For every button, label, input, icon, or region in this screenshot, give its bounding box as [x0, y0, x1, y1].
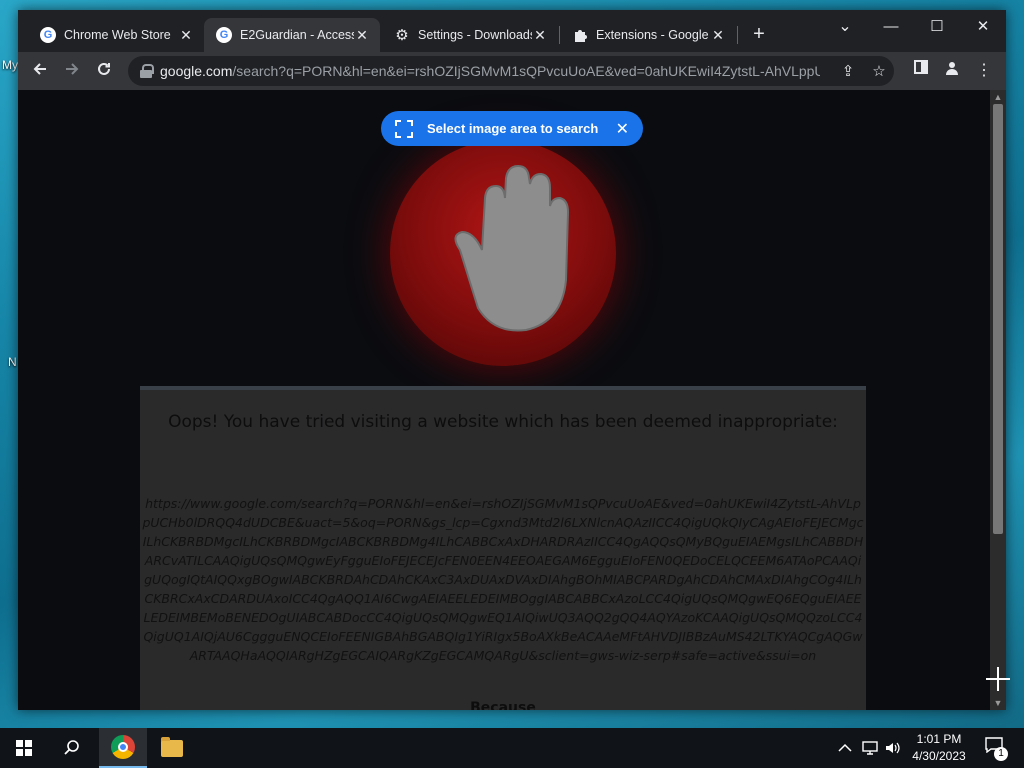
windows-logo-icon — [16, 740, 32, 756]
tab-title: Extensions - Google Chrome — [596, 28, 710, 42]
taskbar-chrome-button[interactable] — [99, 728, 147, 768]
desktop-icon-label[interactable]: N — [8, 355, 17, 369]
scrollbar-thumb[interactable] — [993, 104, 1003, 534]
taskbar-file-explorer-button[interactable] — [148, 728, 196, 768]
tab-close-icon[interactable]: ✕ — [532, 27, 548, 44]
folder-icon — [161, 736, 183, 757]
clock-time: 1:01 PM — [916, 732, 962, 746]
tab-search-button[interactable]: ⌄ — [822, 14, 868, 40]
banner-label: Select image area to search — [427, 121, 599, 136]
tab-close-icon[interactable]: ✕ — [178, 27, 194, 44]
tab-extensions[interactable]: Extensions - Google Chrome ✕ — [560, 18, 736, 52]
browser-window: G Chrome Web Store ✕ G E2Guardian - Acce… — [18, 10, 1006, 710]
reload-button[interactable] — [92, 60, 116, 82]
address-bar[interactable]: google.com/search?q=PORN&hl=en&ei=rshOZI… — [128, 56, 894, 86]
profile-icon[interactable] — [941, 60, 963, 81]
google-icon: G — [216, 27, 232, 43]
tab-chrome-web-store[interactable]: G Chrome Web Store ✕ — [28, 18, 204, 52]
start-button[interactable] — [0, 728, 48, 768]
blocked-url: https://www.google.com/search?q=PORN&hl=… — [142, 496, 864, 663]
bookmark-star-icon[interactable]: ☆ — [869, 62, 889, 80]
chrome-icon — [111, 735, 135, 759]
close-icon[interactable]: ✕ — [616, 119, 629, 139]
forward-button[interactable] — [60, 60, 84, 82]
tab-close-icon[interactable]: ✕ — [710, 27, 726, 44]
minimize-button[interactable]: — — [868, 14, 914, 40]
tab-title: Settings - Downloads — [418, 28, 532, 42]
scroll-up-icon[interactable]: ▲ — [990, 90, 1006, 104]
show-hidden-icons-button[interactable] — [838, 728, 852, 768]
puzzle-icon — [572, 27, 588, 43]
tab-title: Chrome Web Store — [64, 28, 171, 42]
tab-e2guardian[interactable]: G E2Guardian - Access Denied ✕ — [204, 18, 380, 52]
chevron-up-icon — [838, 743, 852, 752]
kebab-menu-icon[interactable]: ⋮ — [973, 60, 995, 80]
volume-icon[interactable] — [885, 728, 901, 768]
back-arrow-icon — [33, 63, 46, 75]
back-button[interactable] — [28, 60, 52, 82]
google-icon: G — [40, 27, 56, 43]
reload-icon — [98, 62, 110, 75]
desktop-icon-label[interactable]: My — [2, 58, 18, 72]
side-panel-icon[interactable] — [910, 60, 932, 79]
new-tab-button[interactable]: + — [748, 24, 770, 46]
select-image-area-banner[interactable]: Select image area to search ✕ — [381, 111, 643, 146]
gear-icon: ⚙ — [395, 27, 409, 44]
browser-toolbar: google.com/search?q=PORN&hl=en&ei=rshOZI… — [18, 52, 1006, 90]
address-url[interactable]: google.com/search?q=PORN&hl=en&ei=rshOZI… — [160, 63, 820, 79]
tab-divider — [737, 26, 738, 44]
clock-date: 4/30/2023 — [912, 749, 966, 763]
tab-strip: G Chrome Web Store ✕ G E2Guardian - Acce… — [18, 10, 1006, 52]
because-heading: Because — [470, 700, 536, 710]
search-icon — [64, 740, 79, 755]
share-icon[interactable]: ⇪ — [838, 62, 858, 80]
network-icon[interactable] — [862, 728, 878, 768]
maximize-button[interactable]: ☐ — [914, 14, 960, 40]
image-select-icon — [395, 119, 413, 138]
tab-title: E2Guardian - Access Denied — [240, 28, 354, 42]
vertical-scrollbar[interactable]: ▲ ▼ — [990, 90, 1006, 710]
system-clock[interactable]: 1:01 PM 4/30/2023 — [902, 731, 976, 765]
crosshair-cursor-icon — [986, 667, 1010, 691]
block-title: Oops! You have tried visiting a website … — [168, 412, 838, 432]
lock-icon[interactable] — [140, 64, 154, 78]
close-window-button[interactable]: ✕ — [960, 14, 1006, 40]
forward-arrow-icon — [66, 63, 79, 75]
tab-close-icon[interactable]: ✕ — [354, 27, 370, 44]
notification-badge: 1 — [994, 747, 1008, 761]
page-content: Select image area to search ✕ Oops! You … — [18, 90, 1006, 710]
scroll-down-icon[interactable]: ▼ — [990, 696, 1006, 710]
url-host: google.com — [160, 63, 233, 79]
stop-hand-icon — [390, 140, 616, 366]
url-path: /search?q=PORN&hl=en&ei=rshOZIjSGMvM1sQP… — [232, 63, 820, 79]
tab-settings-downloads[interactable]: ⚙ Settings - Downloads ✕ — [382, 18, 558, 52]
search-button[interactable] — [48, 728, 96, 768]
taskbar: 1:01 PM 4/30/2023 1 — [0, 728, 1024, 768]
notification-center-button[interactable]: 1 — [982, 737, 1008, 761]
block-message-panel: Oops! You have tried visiting a website … — [140, 386, 866, 710]
